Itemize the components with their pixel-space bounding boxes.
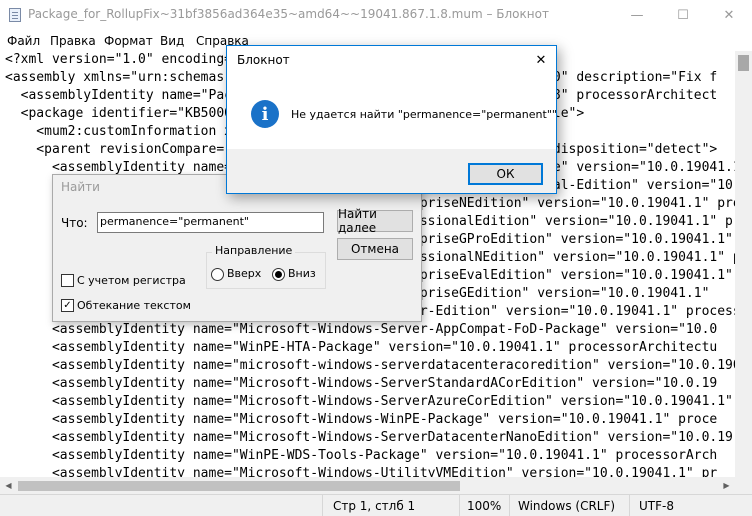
code-line: <assemblyIdentity name="microsoft-window… <box>5 358 735 373</box>
scrollbar-corner <box>735 477 752 494</box>
vertical-scrollbar[interactable] <box>735 51 752 477</box>
maximize-button[interactable]: ☐ <box>660 0 706 31</box>
menu-file[interactable]: Файл <box>7 34 40 48</box>
menu-format[interactable]: Формат <box>104 34 153 48</box>
match-case-label[interactable]: С учетом регистра <box>77 274 186 287</box>
scroll-right-icon[interactable]: ▶ <box>718 477 735 494</box>
cancel-button[interactable]: Отмена <box>337 238 413 260</box>
direction-label: Направление <box>212 244 296 257</box>
find-dialog: Найти Что: permanence="permanent" Найти … <box>52 174 422 322</box>
scroll-left-icon[interactable]: ◀ <box>0 477 17 494</box>
status-divider <box>459 494 460 516</box>
match-case-checkbox[interactable] <box>61 274 74 287</box>
wrap-around-label[interactable]: Обтекание текстом <box>77 299 191 312</box>
code-line: <assemblyIdentity name="Microsoft-Window… <box>5 376 718 391</box>
minimize-button[interactable]: — <box>614 0 660 31</box>
find-what-label: Что: <box>61 216 88 230</box>
title-bar: Package_for_RollupFix~31bf3856ad364e35~a… <box>0 0 752 31</box>
code-line: <assemblyIdentity name="WinPE-HTA-Packag… <box>5 340 718 355</box>
direction-down-label[interactable]: Вниз <box>288 267 316 280</box>
code-line: <assemblyIdentity name="Microsoft-Window… <box>5 322 718 337</box>
find-what-input[interactable]: permanence="permanent" <box>97 212 324 233</box>
direction-up-radio[interactable] <box>211 268 224 281</box>
message-box-close-icon[interactable]: ✕ <box>528 49 554 71</box>
direction-up-label[interactable]: Вверх <box>227 267 261 280</box>
status-divider <box>509 494 510 516</box>
vertical-scroll-thumb[interactable] <box>738 55 749 71</box>
message-box-title: Блокнот <box>237 53 290 67</box>
info-icon: i <box>251 100 279 128</box>
close-button[interactable]: ✕ <box>706 0 752 31</box>
status-line-endings: Windows (CRLF) <box>518 499 616 513</box>
code-line: <assemblyIdentity name="Microsoft-Window… <box>5 412 718 427</box>
menu-view[interactable]: Вид <box>160 34 184 48</box>
code-line: <assemblyIdentity name="Microsoft-Window… <box>5 466 718 477</box>
horizontal-scroll-thumb[interactable] <box>18 481 460 491</box>
code-line: <assemblyIdentity name="Microsoft-Window… <box>5 394 733 409</box>
status-encoding: UTF-8 <box>639 499 674 513</box>
direction-down-radio[interactable] <box>272 268 285 281</box>
status-position: Стр 1, стлб 1 <box>333 499 416 513</box>
ok-button[interactable]: ОК <box>468 163 543 185</box>
message-text: Не удается найти "permanence="permanent"… <box>291 108 557 121</box>
find-next-button[interactable]: Найти далее <box>337 207 413 235</box>
code-line: <assemblyIdentity name="Microsoft-Window… <box>5 430 733 445</box>
status-zoom: 100% <box>467 499 502 513</box>
code-line: <assemblyIdentity name="WinPE-WDS-Tools-… <box>5 448 718 463</box>
wrap-around-checkbox[interactable]: ✓ <box>61 299 74 312</box>
status-divider <box>322 494 323 516</box>
notepad-icon <box>9 8 21 22</box>
message-box: Блокнот ✕ i Не удается найти "permanence… <box>226 45 557 194</box>
status-divider <box>629 494 630 516</box>
window-title: Package_for_RollupFix~31bf3856ad364e35~a… <box>28 7 549 21</box>
find-dialog-title: Найти <box>61 180 100 194</box>
menu-edit[interactable]: Правка <box>50 34 96 48</box>
